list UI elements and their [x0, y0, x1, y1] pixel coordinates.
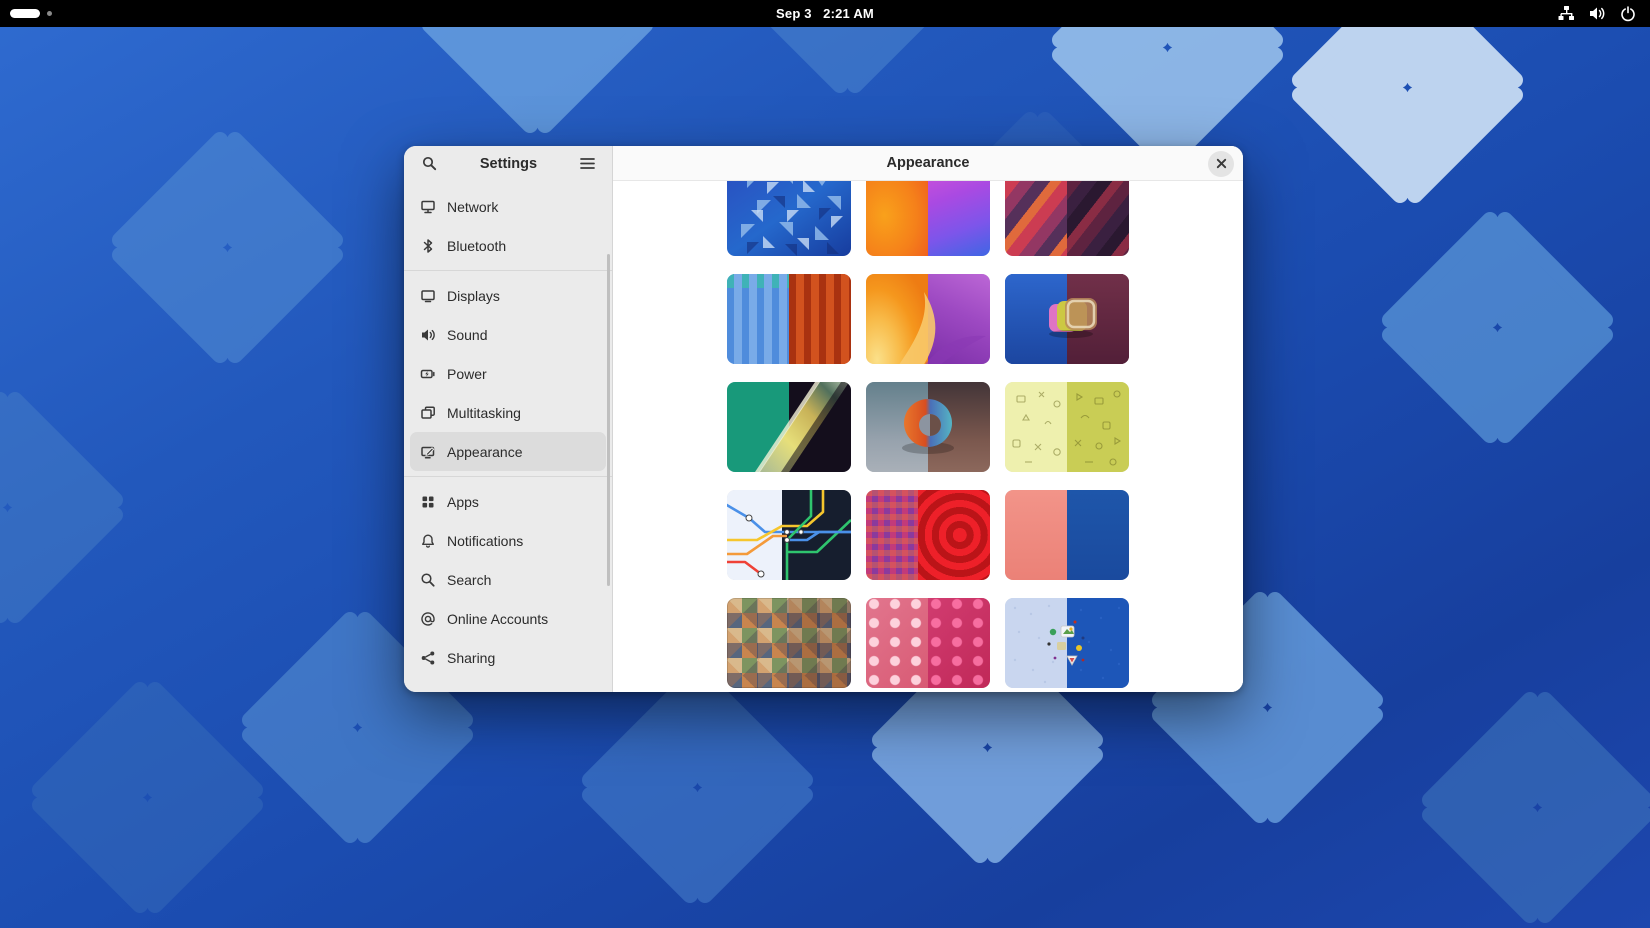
power-icon — [1621, 5, 1635, 21]
sidebar-item-label: Online Accounts — [447, 610, 549, 627]
share-nodes-icon — [420, 650, 436, 666]
magnifier-icon — [420, 572, 436, 588]
magnifier-icon — [422, 156, 436, 171]
wallpaper-light-half — [866, 181, 928, 256]
clock[interactable]: Sep 3 2:21 AM — [0, 6, 1650, 21]
sidebar-item-label: Notifications — [447, 532, 524, 549]
multitasking-windows-icon — [420, 405, 436, 421]
sidebar-item-label: Appearance — [447, 443, 523, 460]
sidebar-item-sharing[interactable]: Sharing — [410, 638, 606, 677]
network-icon — [1558, 6, 1574, 20]
settings-sidebar: Settings Network Bluetooth Displays Soun… — [404, 146, 613, 692]
sidebar-item-label: Apps — [447, 493, 479, 510]
sidebar-item-label: Search — [447, 571, 492, 588]
sidebar-item-label: Sharing — [447, 649, 496, 666]
appearance-display-pencil-icon — [420, 444, 436, 460]
wallpaper-light-half — [866, 490, 919, 580]
wallpaper-dark-half — [1067, 181, 1129, 256]
wallpaper-thumbnail[interactable] — [1005, 382, 1129, 472]
close-icon — [1216, 158, 1226, 169]
wallpaper-thumbnail[interactable] — [1005, 598, 1129, 688]
sidebar-item-sound[interactable]: Sound — [410, 315, 606, 354]
power-battery-icon — [420, 366, 436, 382]
wallpaper-dark-half — [928, 181, 990, 256]
bell-icon — [420, 533, 436, 549]
main-headerbar: Appearance — [613, 146, 1243, 181]
speaker-icon — [420, 327, 436, 343]
sidebar-item-network[interactable]: Network — [410, 187, 606, 226]
wallpaper-thumbnail[interactable] — [727, 598, 851, 688]
workspace-pill — [10, 9, 40, 18]
wallpaper-thumbnail[interactable] — [866, 274, 990, 364]
sidebar-item-displays[interactable]: Displays — [410, 276, 606, 315]
sidebar-item-label: Power — [447, 365, 487, 382]
wallpaper-dark-half — [789, 274, 851, 364]
sidebar-item-appearance[interactable]: Appearance — [410, 432, 606, 471]
activities-indicator[interactable] — [10, 9, 190, 18]
wallpaper-thumbnail[interactable] — [1005, 274, 1129, 364]
sidebar-item-label: Displays — [447, 287, 500, 304]
sidebar-item-label: Multitasking — [447, 404, 521, 421]
sidebar-item-power[interactable]: Power — [410, 354, 606, 393]
wallpaper-thumbnail[interactable] — [727, 490, 851, 580]
wallpaper-thumbnail[interactable] — [727, 382, 851, 472]
main-menu-button[interactable] — [574, 151, 600, 177]
wallpaper-dark-half — [1067, 490, 1129, 580]
wallpaper-thumbnail[interactable] — [727, 274, 851, 364]
sidebar-headerbar: Settings — [404, 146, 612, 181]
sidebar-item-search[interactable]: Search — [410, 560, 606, 599]
wallpaper-light-half — [1005, 181, 1067, 256]
sidebar-item-bluetooth[interactable]: Bluetooth — [410, 226, 606, 265]
wallpaper-thumbnail[interactable] — [866, 181, 990, 256]
wallpaper-thumbnail[interactable] — [866, 598, 990, 688]
close-button[interactable] — [1208, 150, 1234, 177]
apps-grid-icon — [420, 494, 436, 510]
wallpaper-light-half — [1005, 490, 1067, 580]
sidebar-item-label: Bluetooth — [447, 237, 507, 254]
wallpaper-thumbnail[interactable] — [866, 382, 990, 472]
wallpaper-dark-half — [918, 490, 990, 580]
display-icon — [420, 288, 436, 304]
top-bar: Sep 3 2:21 AM — [0, 0, 1650, 27]
system-status-area[interactable] — [1558, 5, 1640, 22]
clock-date: Sep 3 — [776, 6, 812, 21]
wallpaper-thumbnail[interactable] — [1005, 181, 1129, 256]
sidebar-item-notifications[interactable]: Notifications — [410, 521, 606, 560]
settings-window: Settings Network Bluetooth Displays Soun… — [404, 146, 1243, 692]
sidebar-separator — [404, 476, 612, 477]
sidebar-separator — [404, 270, 612, 271]
sidebar-list: Network Bluetooth Displays Sound Power M… — [404, 181, 612, 677]
wallpaper-thumbnail[interactable] — [1005, 490, 1129, 580]
wallpaper-light-half — [727, 274, 789, 364]
sidebar-item-apps[interactable]: Apps — [410, 482, 606, 521]
search-button[interactable] — [416, 151, 442, 177]
sidebar-item-multitasking[interactable]: Multitasking — [410, 393, 606, 432]
clock-time: 2:21 AM — [823, 6, 874, 21]
sidebar-scrollbar[interactable] — [607, 254, 610, 586]
wallpaper-thumbnail[interactable] — [866, 490, 990, 580]
volume-icon — [1590, 7, 1605, 20]
wallpaper-scroll-area[interactable] — [613, 181, 1243, 692]
wallpaper-thumbnail[interactable] — [727, 181, 851, 256]
sidebar-item-label: Network — [447, 198, 499, 215]
bluetooth-icon — [420, 238, 436, 254]
sidebar-item-label: Sound — [447, 326, 488, 343]
wallpaper-grid — [727, 181, 1129, 688]
network-display-icon — [420, 199, 436, 215]
page-title: Appearance — [886, 155, 970, 171]
at-symbol-icon — [420, 611, 436, 627]
workspace-dot — [47, 11, 52, 16]
wallpaper-light-half — [866, 598, 928, 688]
sidebar-item-online-accounts[interactable]: Online Accounts — [410, 599, 606, 638]
hamburger-menu-icon — [579, 158, 595, 169]
wallpaper-dark-half — [928, 598, 990, 688]
appearance-pane: Appearance — [613, 146, 1243, 692]
